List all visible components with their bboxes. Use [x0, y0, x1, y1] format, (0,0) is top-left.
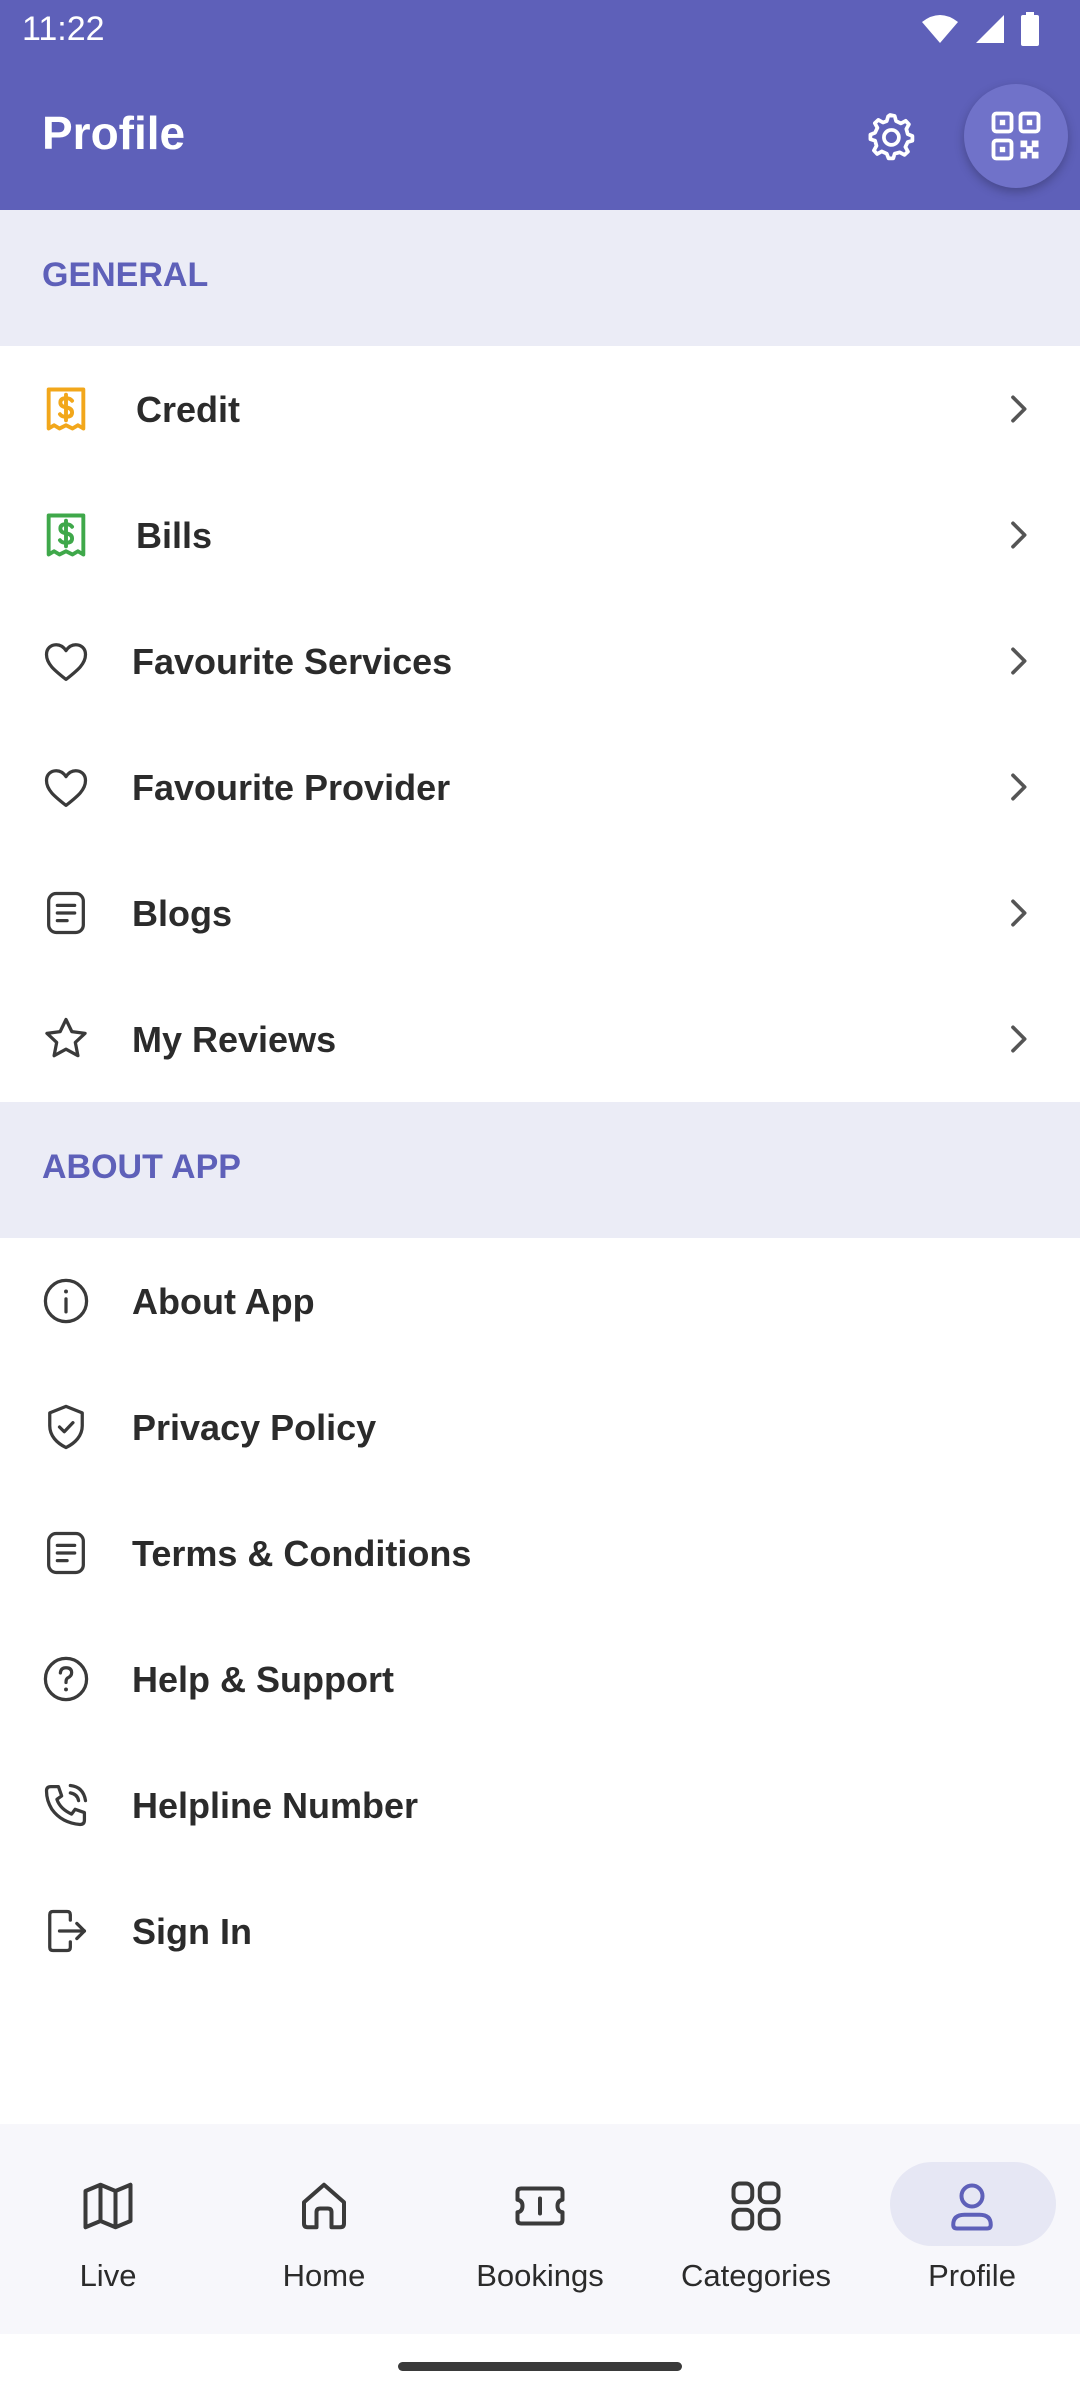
section-title-about-app: ABOUT APP: [42, 1148, 241, 1186]
receipt-dollar-icon: [46, 513, 86, 557]
menu-item-label: Help & Support: [132, 1659, 394, 1700]
menu-item-label: Credit: [136, 389, 241, 430]
menu-item-label: Terms & Conditions: [132, 1533, 472, 1574]
menu-item-label: About App: [132, 1281, 315, 1322]
nav-item-categories[interactable]: Categories: [648, 2124, 864, 2334]
map-icon: [83, 2182, 133, 2230]
menu-item-my-reviews[interactable]: My Reviews: [0, 976, 1080, 1102]
login-icon: [48, 1909, 87, 1953]
shield-check-icon: [48, 1404, 84, 1450]
grid-icon: [731, 2181, 781, 2231]
heart-icon: [44, 769, 88, 808]
chevron-right-icon: [1011, 395, 1027, 423]
user-icon: [951, 2183, 993, 2231]
menu-item-privacy-policy[interactable]: Privacy Policy: [0, 1364, 1080, 1490]
wifi-icon: [922, 15, 958, 43]
menu-item-sign-in[interactable]: Sign In: [0, 1868, 1080, 1994]
status-bar: 11:22: [0, 0, 1080, 62]
menu-item-label: Bills: [136, 515, 213, 556]
phone-call-icon: [44, 1783, 88, 1827]
chevron-right-icon: [1011, 773, 1027, 801]
heart-icon: [44, 643, 88, 682]
nav-item-live[interactable]: Live: [0, 2124, 216, 2334]
battery-icon: [1021, 12, 1039, 46]
signal-icon: [976, 15, 1004, 43]
menu-item-help-support[interactable]: Help & Support: [0, 1616, 1080, 1742]
menu-item-label: My Reviews: [132, 1019, 337, 1060]
status-time: 11:22: [22, 10, 105, 48]
section-header-general: GENERAL: [0, 210, 1080, 346]
info-icon: [43, 1278, 89, 1324]
ticket-icon: [515, 2186, 565, 2226]
menu-item-favourite-provider[interactable]: Favourite Provider: [0, 724, 1080, 850]
nav-label: Home: [282, 2258, 366, 2293]
menu-item-label: Sign In: [132, 1911, 252, 1952]
menu-item-label: Favourite Services: [132, 641, 453, 682]
gesture-bar[interactable]: [398, 2362, 682, 2371]
nav-item-home[interactable]: Home: [216, 2124, 432, 2334]
settings-gear-icon[interactable]: [862, 108, 918, 164]
chevron-right-icon: [1011, 899, 1027, 927]
chevron-right-icon: [1011, 521, 1027, 549]
nav-label: Profile: [928, 2258, 1016, 2293]
menu-item-about-app[interactable]: About App: [0, 1238, 1080, 1364]
nav-label: Categories: [681, 2258, 831, 2293]
section-title-general: GENERAL: [42, 256, 209, 294]
nav-item-bookings[interactable]: Bookings: [432, 2124, 648, 2334]
menu-item-helpline-number[interactable]: Helpline Number: [0, 1742, 1080, 1868]
menu-item-label: Favourite Provider: [132, 767, 451, 808]
menu-item-terms-conditions[interactable]: Terms & Conditions: [0, 1490, 1080, 1616]
bottom-navigation: Live Home Bookings Categories Profile: [0, 2124, 1080, 2334]
home-icon: [302, 2182, 346, 2230]
qr-code-button[interactable]: [964, 84, 1068, 188]
document-icon: [47, 891, 85, 935]
chevron-right-icon: [1011, 647, 1027, 675]
menu-item-label: Helpline Number: [132, 1785, 419, 1826]
document-icon: [47, 1531, 85, 1575]
menu-item-blogs[interactable]: Blogs: [0, 850, 1080, 976]
nav-label: Bookings: [476, 2258, 604, 2293]
menu-item-credit[interactable]: Credit: [0, 346, 1080, 472]
menu-item-bills[interactable]: Bills: [0, 472, 1080, 598]
receipt-dollar-icon: [46, 387, 86, 431]
help-circle-icon: [43, 1656, 89, 1702]
system-icons: [920, 12, 1040, 46]
star-icon: [45, 1017, 87, 1058]
chevron-right-icon: [1011, 1025, 1027, 1053]
section-header-about-app: ABOUT APP: [0, 1102, 1080, 1238]
nav-item-profile[interactable]: Profile: [864, 2124, 1080, 2334]
nav-label: Live: [79, 2258, 137, 2293]
menu-item-label: Blogs: [132, 893, 233, 934]
page-title: Profile: [42, 107, 186, 159]
menu-item-label: Privacy Policy: [132, 1407, 377, 1448]
app-bar: Profile: [0, 62, 1080, 210]
menu-item-favourite-services[interactable]: Favourite Services: [0, 598, 1080, 724]
qr-code-icon: [991, 111, 1041, 161]
